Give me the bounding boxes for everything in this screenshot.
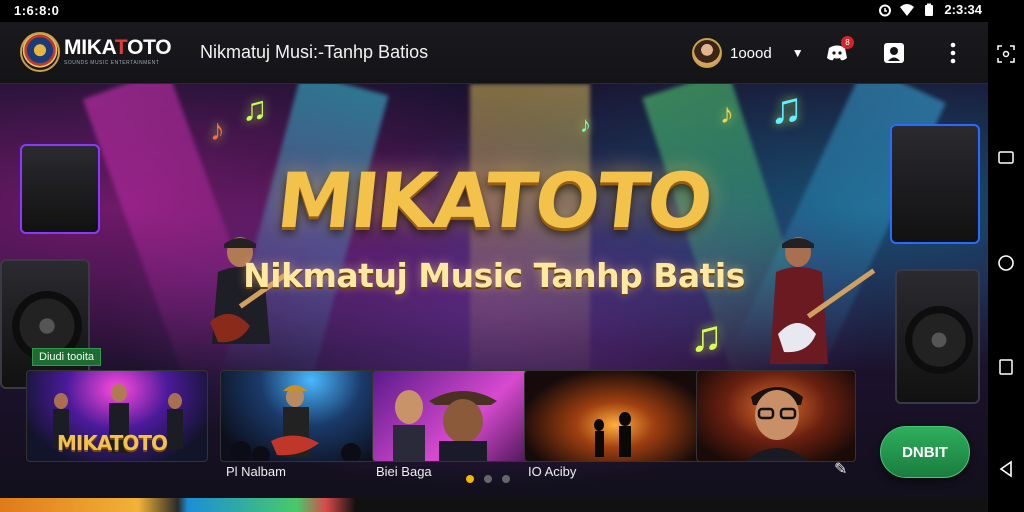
discord-button[interactable]: 8 <box>824 36 854 66</box>
carousel-card[interactable] <box>524 370 706 462</box>
card-image <box>594 412 631 457</box>
logo-text-accent: T <box>114 36 128 59</box>
user-name: 1oood <box>730 44 772 62</box>
logo-text[interactable]: MIKATOTO <box>64 36 172 60</box>
logo-subtitle: SOUNDS MUSIC ENTERTAINMENT <box>64 60 160 66</box>
user-menu[interactable]: 1oood ▼ <box>692 38 804 68</box>
avatar[interactable] <box>692 38 722 68</box>
more-vert-icon <box>950 42 956 64</box>
screenshot-icon <box>997 45 1015 63</box>
edit-icon[interactable]: ✎ <box>834 459 847 479</box>
app-title: Nikmatuj Musi:-Tanhp Batios <box>200 42 429 62</box>
screen: 1:6:8:0 2:3:34 MIKATOTO SOUNDS MUSIC ENT… <box>0 0 1024 512</box>
card-caption: Pl Nalbam <box>226 464 286 479</box>
alarm-icon <box>879 4 892 16</box>
music-note-icon: ♪ <box>720 98 734 129</box>
game-face-icon <box>884 43 904 63</box>
section-label: Diudi tooita <box>32 348 102 366</box>
carousel-card[interactable] <box>696 370 856 462</box>
carousel-pagination <box>466 475 510 483</box>
status-right: 2:3:34 <box>878 2 982 17</box>
back-button[interactable] <box>997 460 1015 478</box>
battery-icon <box>925 3 934 16</box>
pagination-dot[interactable] <box>502 475 510 483</box>
pagination-dot[interactable] <box>466 475 474 483</box>
card-logo: MIKATOTO <box>57 431 168 455</box>
card-caption: IO Aciby <box>528 464 577 479</box>
carousel-card[interactable]: MIKATOTO <box>26 370 208 462</box>
hero-banner[interactable]: ♫ ♪ ♪ ♫ ♫ ♪ MIKATOTO Nikmatuj Music Tanh… <box>0 84 988 498</box>
music-note-icon: ♪ <box>210 114 225 147</box>
music-note-icon: ♪ <box>580 112 591 137</box>
screenshot-button[interactable] <box>997 45 1015 63</box>
home-button[interactable] <box>997 254 1015 272</box>
card-caption: Biei Baga <box>376 464 432 479</box>
rotate-icon <box>998 151 1014 164</box>
music-note-icon: ♫ <box>242 90 268 128</box>
chevron-down-icon[interactable]: ▼ <box>792 46 804 60</box>
pagination-dot[interactable] <box>484 475 492 483</box>
recents-button[interactable] <box>997 358 1015 376</box>
home-icon <box>998 255 1014 271</box>
back-icon <box>999 460 1012 478</box>
status-bar: 1:6:8:0 2:3:34 <box>0 0 988 22</box>
bottom-content-strip[interactable] <box>0 498 988 512</box>
logo-emblem[interactable] <box>20 32 60 72</box>
cta-button[interactable]: DNBIT <box>880 426 970 478</box>
card-image <box>745 387 809 461</box>
notification-badge: 8 <box>841 36 854 49</box>
hero-subtitle: Nikmatuj Music Tanhp Batis <box>243 256 745 295</box>
hero-title: MIKATOTO <box>273 156 715 245</box>
app-bar: MIKATOTO SOUNDS MUSIC ENTERTAINMENT Nikm… <box>0 22 988 84</box>
recents-icon <box>999 359 1013 375</box>
logo-text-main: MIKA <box>64 36 115 59</box>
rotate-button[interactable] <box>997 148 1015 166</box>
wifi-icon <box>900 3 915 16</box>
guitarist-left-image <box>210 237 291 344</box>
music-note-icon: ♫ <box>770 84 803 133</box>
status-time-left: 1:6:8:0 <box>14 3 60 18</box>
system-nav-bar <box>988 0 1024 512</box>
more-options-button[interactable] <box>940 40 966 66</box>
game-face-button[interactable] <box>881 40 907 66</box>
music-note-icon: ♫ <box>690 312 723 361</box>
logo-text-end: OTO <box>127 36 172 59</box>
status-time-right: 2:3:34 <box>944 2 982 17</box>
